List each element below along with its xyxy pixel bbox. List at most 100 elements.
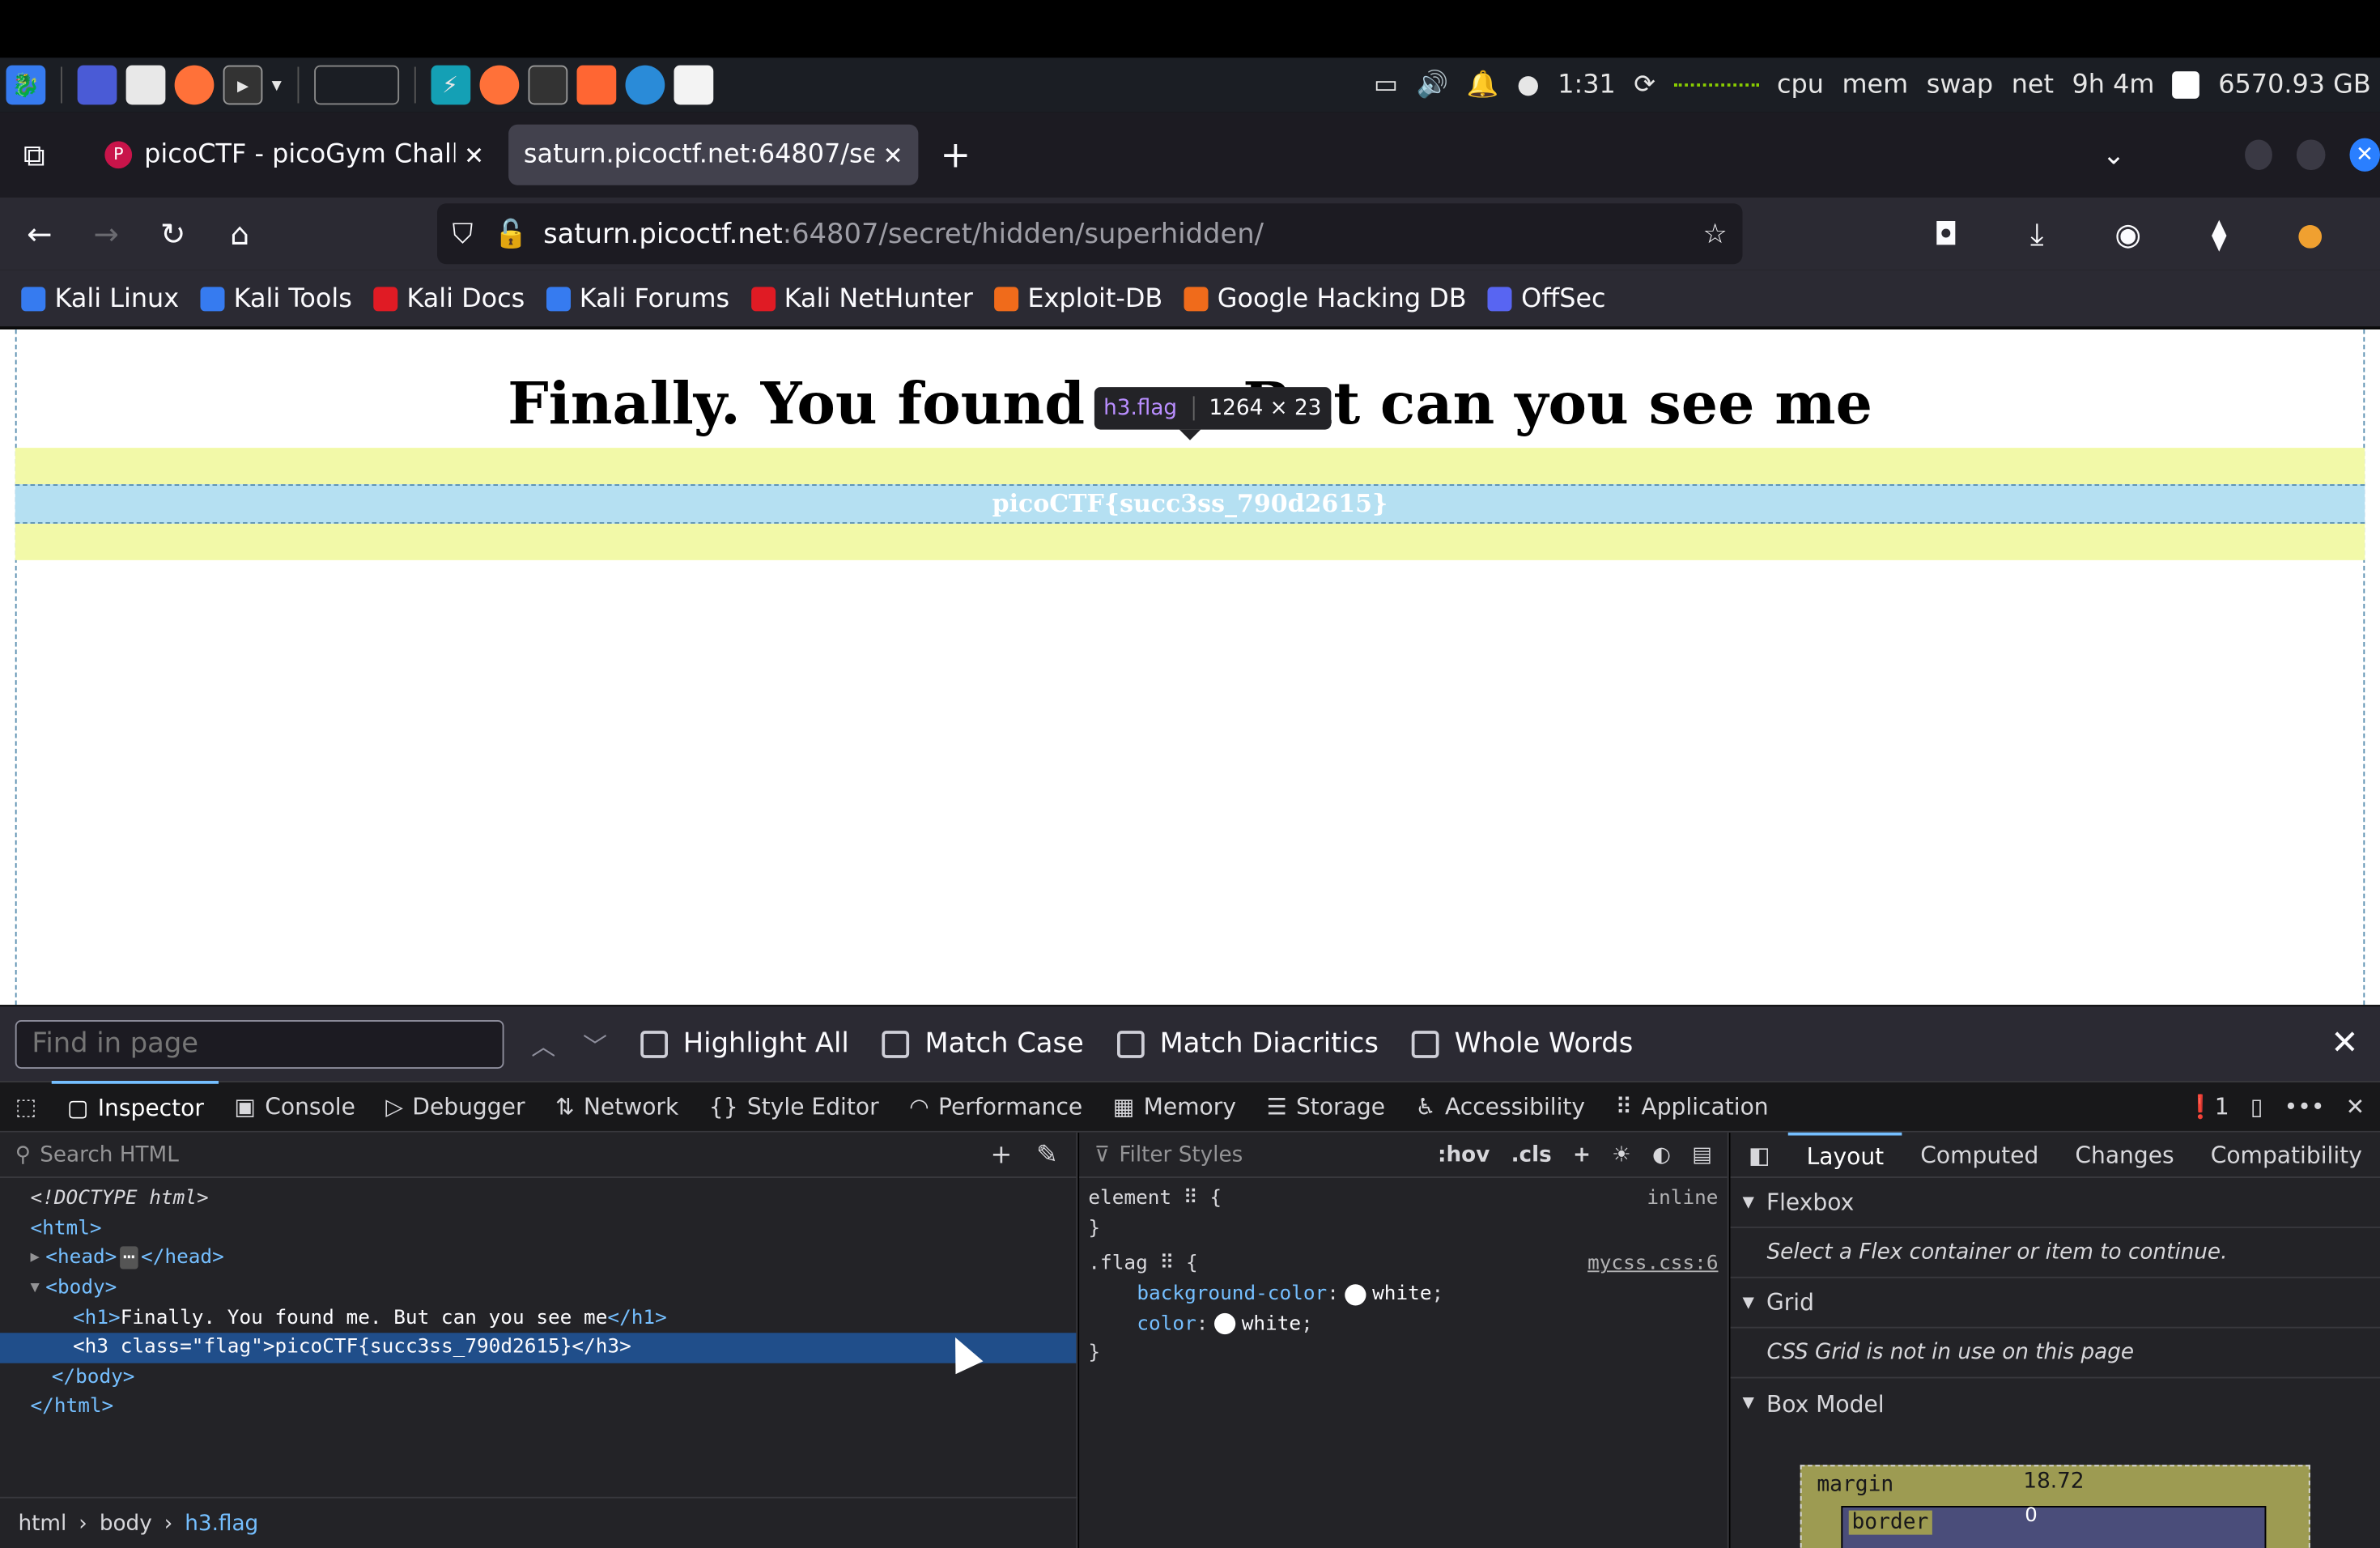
tab-compatibility[interactable]: Compatibility bbox=[2192, 1132, 2380, 1177]
home-icon[interactable]: ⌂ bbox=[213, 206, 268, 262]
tab-storage[interactable]: ☰ Storage bbox=[1252, 1081, 1400, 1133]
tab-computed[interactable]: Computed bbox=[1902, 1132, 2057, 1177]
volume-icon[interactable]: 🔊 bbox=[1416, 70, 1448, 100]
close-window-icon[interactable]: ✕ bbox=[2349, 138, 2380, 172]
url-bar[interactable]: ⛉ 🔓 saturn.picoctf.net:64807/secret/hidd… bbox=[437, 203, 1743, 265]
tab-style-editor[interactable]: {} Style Editor bbox=[694, 1081, 894, 1133]
dark-theme-icon[interactable]: ◐ bbox=[1652, 1142, 1671, 1167]
pocket-icon[interactable]: ◘ bbox=[1919, 206, 1974, 262]
breadcrumb-item[interactable]: h3.flag bbox=[185, 1512, 258, 1536]
bookmark-star-icon[interactable]: ☆ bbox=[1702, 218, 1727, 249]
desktop-icon[interactable] bbox=[77, 65, 117, 105]
border-value[interactable]: 0 bbox=[2025, 1504, 2038, 1527]
cls-button[interactable]: .cls bbox=[1511, 1142, 1552, 1167]
error-count-badge[interactable]: ❗1 bbox=[2187, 1093, 2229, 1121]
downloads-icon[interactable]: ⤓ bbox=[2010, 206, 2065, 262]
bookmark-offsec[interactable]: OffSec bbox=[1487, 283, 1606, 313]
markup-line[interactable]: </body> bbox=[0, 1363, 1076, 1393]
lock-icon[interactable]: 🔓 bbox=[494, 218, 528, 249]
color-swatch-icon[interactable] bbox=[1213, 1313, 1236, 1335]
eyedropper-icon[interactable]: ✎ bbox=[1036, 1139, 1058, 1170]
minimize-icon[interactable] bbox=[2245, 139, 2273, 170]
extension-icon[interactable]: ● bbox=[2283, 206, 2338, 262]
firefox-launcher-icon[interactable] bbox=[174, 65, 215, 105]
rule-declaration[interactable]: background-color: white; bbox=[1088, 1279, 1718, 1309]
boxmodel-section-header[interactable]: ▼ Box Model bbox=[1731, 1379, 2380, 1429]
display-icon[interactable]: ▭ bbox=[1374, 70, 1398, 100]
tab-debugger[interactable]: ▷ Debugger bbox=[371, 1081, 541, 1133]
document-icon[interactable] bbox=[673, 65, 713, 105]
more-options-icon[interactable]: ••• bbox=[2284, 1093, 2325, 1121]
bookmark-kali-tools[interactable]: Kali Tools bbox=[200, 283, 352, 313]
highlight-all-checkbox[interactable]: Highlight All bbox=[640, 1027, 849, 1060]
rule-declaration[interactable]: color: white; bbox=[1088, 1309, 1718, 1339]
back-icon[interactable]: ← bbox=[12, 206, 67, 262]
bookmark-kali-docs[interactable]: Kali Docs bbox=[373, 283, 525, 313]
terminal-launcher-icon[interactable]: ▸ bbox=[223, 65, 263, 105]
list-all-tabs-icon[interactable]: ⌄ bbox=[2089, 128, 2139, 183]
match-case-checkbox[interactable]: Match Case bbox=[882, 1027, 1084, 1060]
markup-line[interactable]: <h1> Finally. You found me. But can you s… bbox=[0, 1303, 1076, 1333]
filter-styles-input[interactable]: Filter Styles bbox=[1119, 1142, 1243, 1167]
breadcrumb-item[interactable]: html bbox=[19, 1512, 67, 1536]
tab-layout[interactable]: Layout bbox=[1788, 1131, 1902, 1177]
bookmark-google-hacking-db[interactable]: Google Hacking DB bbox=[1184, 283, 1467, 313]
match-diacritics-checkbox[interactable]: Match Diacritics bbox=[1117, 1027, 1379, 1060]
tab-application[interactable]: ⠿ Application bbox=[1600, 1081, 1784, 1133]
bookmark-kali-forums[interactable]: Kali Forums bbox=[546, 283, 729, 313]
rule-source-link[interactable]: mycss.css:6 bbox=[1587, 1253, 1718, 1276]
breadcrumb-item[interactable]: body bbox=[100, 1512, 152, 1536]
element-picker-icon[interactable]: ⬚ bbox=[0, 1081, 52, 1133]
markup-line[interactable]: <!DOCTYPE html> bbox=[0, 1184, 1076, 1214]
markup-line-selected[interactable]: <h3 class= " flag "> picoCTF{succ3ss_790d261… bbox=[0, 1333, 1077, 1363]
find-previous-icon[interactable]: ︿ bbox=[531, 1026, 555, 1062]
bookmark-kali-nethunter[interactable]: Kali NetHunter bbox=[750, 283, 973, 313]
search-html-input[interactable]: Search HTML bbox=[40, 1142, 179, 1167]
bookmark-exploit-db[interactable]: Exploit-DB bbox=[994, 283, 1162, 313]
markup-line[interactable]: <html> bbox=[0, 1214, 1076, 1244]
find-next-icon[interactable]: ﹀ bbox=[583, 1026, 607, 1062]
margin-value[interactable]: 18.72 bbox=[2023, 1469, 2084, 1494]
chevron-down-icon[interactable]: ▾ bbox=[272, 74, 282, 96]
grid-section-header[interactable]: ▼ Grid bbox=[1730, 1278, 2380, 1329]
tab-memory[interactable]: ▦ Memory bbox=[1098, 1081, 1252, 1133]
expand-icon[interactable]: ▶ bbox=[31, 1250, 40, 1267]
tab-network[interactable]: ⇅ Network bbox=[540, 1081, 694, 1133]
hov-button[interactable]: :hov bbox=[1438, 1142, 1490, 1167]
tab-picogym[interactable]: P picoCTF - picoGym Challe ✕ bbox=[90, 125, 499, 185]
burpsuite-icon[interactable] bbox=[576, 65, 616, 105]
bookmark-kali-linux[interactable]: Kali Linux bbox=[21, 283, 179, 313]
refresh-icon[interactable]: ⟳ bbox=[1634, 70, 1655, 100]
new-tab-icon[interactable]: + bbox=[930, 128, 980, 183]
close-icon[interactable]: ✕ bbox=[2331, 1025, 2359, 1063]
workspace-switcher-icon[interactable] bbox=[313, 65, 399, 105]
markup-line[interactable]: ▶ <head> ⋯ </head> bbox=[0, 1244, 1076, 1274]
tab-inspector[interactable]: ▢ Inspector bbox=[52, 1081, 219, 1133]
app-icon[interactable] bbox=[624, 65, 665, 105]
markup-line[interactable]: ▼ <body> bbox=[0, 1274, 1076, 1303]
file-manager-icon[interactable] bbox=[125, 65, 166, 105]
reload-icon[interactable]: ↻ bbox=[146, 206, 201, 262]
kali-menu-icon[interactable]: 🐉 bbox=[6, 65, 46, 105]
add-rule-icon[interactable]: + bbox=[1573, 1142, 1591, 1167]
tab-performance[interactable]: ◠ Performance bbox=[894, 1081, 1098, 1133]
ellipsis-badge[interactable]: ⋯ bbox=[120, 1247, 138, 1270]
print-media-icon[interactable]: ▤ bbox=[1692, 1142, 1712, 1167]
account-icon[interactable]: ◉ bbox=[2101, 206, 2156, 262]
markup-line[interactable]: </html> bbox=[0, 1393, 1076, 1423]
tab-changes[interactable]: Changes bbox=[2057, 1132, 2192, 1177]
whole-words-checkbox[interactable]: Whole Words bbox=[1412, 1027, 1633, 1060]
responsive-design-icon[interactable]: ▯ bbox=[2250, 1093, 2263, 1121]
extensions-icon[interactable]: ⧫ bbox=[2192, 206, 2247, 262]
tab-overview-icon[interactable]: ⧉ bbox=[9, 128, 59, 183]
tab-saturn[interactable]: saturn.picoctf.net:64807/sec ✕ bbox=[508, 124, 919, 185]
extension-icon[interactable]: ◆ bbox=[2374, 206, 2380, 262]
bell-icon[interactable]: 🔔 bbox=[1467, 70, 1499, 100]
find-input[interactable] bbox=[15, 1019, 504, 1069]
box-model-border[interactable]: border 0 bbox=[1841, 1504, 2267, 1548]
tab-accessibility[interactable]: ♿ Accessibility bbox=[1400, 1081, 1600, 1133]
flexbox-section-header[interactable]: ▼ Flexbox bbox=[1730, 1178, 2380, 1228]
tab-console[interactable]: ▣ Console bbox=[219, 1081, 371, 1133]
box-model-margin[interactable]: margin 18.72 border 0 bbox=[1800, 1465, 2310, 1548]
app-icon[interactable]: ⚡ bbox=[430, 65, 470, 105]
